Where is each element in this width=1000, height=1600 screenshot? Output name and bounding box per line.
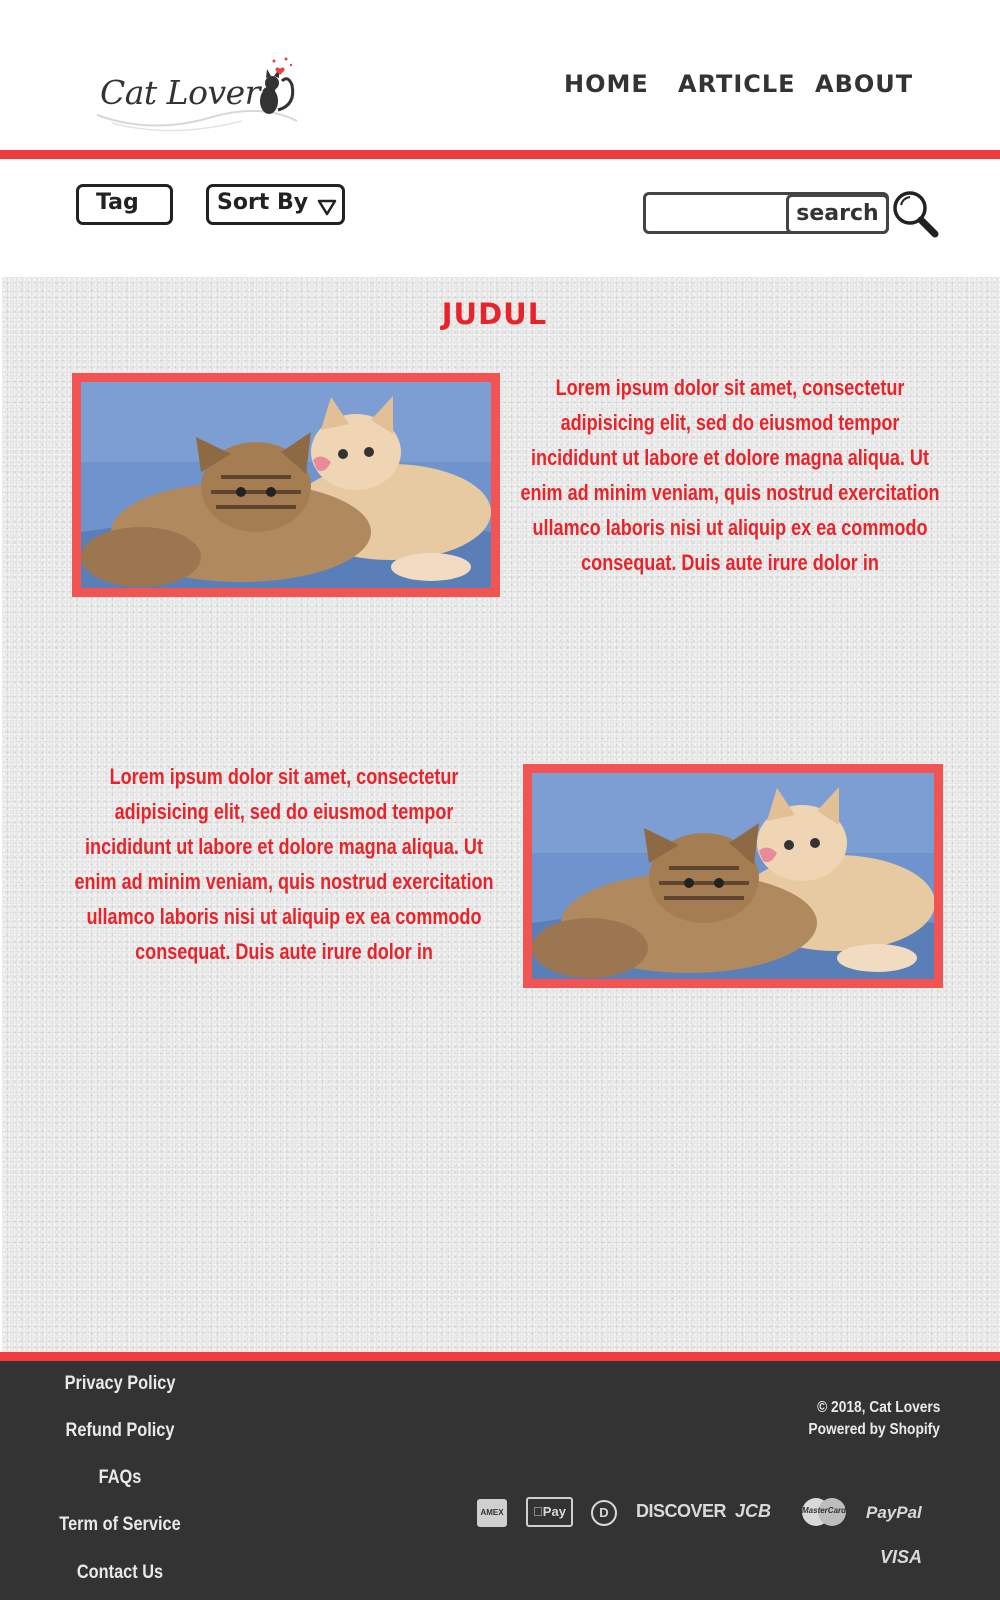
apple-pay-icon: Pay — [526, 1497, 573, 1527]
jcb-icon: JCB — [735, 1501, 772, 1521]
diners-club-icon: D — [591, 1500, 617, 1526]
kittens-photo — [532, 773, 934, 979]
cat-lovers-logo[interactable]: Cat Lovers — [92, 55, 312, 135]
apple-pay-label: Pay — [537, 1504, 566, 1519]
sort-by-dropdown[interactable]: Sort By — [206, 184, 345, 225]
article-text: Lorem ipsum dolor sit amet, consectetur … — [74, 764, 494, 964]
nav-about[interactable]: ABOUT — [815, 70, 913, 98]
article-image[interactable] — [523, 764, 943, 988]
footer-link-privacy-policy[interactable]: Privacy Policy — [17, 1373, 223, 1395]
site-footer: Privacy Policy Refund Policy FAQs Term o… — [0, 1361, 1000, 1600]
sort-by-label: Sort By — [217, 190, 309, 215]
discover-icon: DISCOVER — [636, 1501, 727, 1521]
header-divider — [0, 150, 1000, 159]
footer-link-faqs[interactable]: FAQs — [17, 1467, 223, 1489]
mastercard-icon: MasterCard — [800, 1497, 848, 1527]
footer-link-term-of-service[interactable]: Term of Service — [17, 1514, 223, 1536]
page-title: JUDUL — [441, 297, 548, 331]
article-image[interactable] — [72, 373, 500, 597]
footer-link-refund-policy[interactable]: Refund Policy — [17, 1420, 223, 1442]
search-button[interactable]: search — [786, 194, 889, 234]
filter-toolbar: Tag Sort By search — [0, 159, 1000, 277]
article-list: JUDUL Lorem ipsum dolor sit amet, consec… — [2, 277, 1000, 1352]
apple-logo-icon:  — [533, 1504, 543, 1519]
nav-home[interactable]: HOME — [564, 70, 649, 98]
paypal-icon: PayPal — [866, 1503, 922, 1522]
article-text: Lorem ipsum dolor sit amet, consectetur … — [520, 375, 940, 575]
mastercard-label: MasterCard — [802, 1506, 847, 1515]
powered-by-shopify-link[interactable]: Powered by Shopify — [808, 1421, 940, 1439]
search-input[interactable]: search — [643, 192, 889, 234]
amex-icon: AMEX — [477, 1499, 507, 1527]
site-header: Cat Lovers HOME ARTICLE ABOUT — [0, 0, 1000, 150]
footer-divider — [0, 1352, 1000, 1361]
tag-button-label: Tag — [96, 190, 139, 215]
logo-text: Cat Lovers — [100, 73, 277, 112]
magnifier-icon[interactable] — [891, 189, 939, 239]
visa-icon: VISA — [880, 1547, 923, 1567]
copyright-text: © 2018, Cat Lovers — [816, 1399, 940, 1416]
footer-link-contact-us[interactable]: Contact Us — [17, 1562, 223, 1584]
tag-button[interactable]: Tag — [76, 184, 173, 225]
kittens-photo — [81, 382, 491, 588]
nav-article[interactable]: ARTICLE — [678, 70, 796, 98]
dropdown-triangle-icon — [317, 199, 337, 216]
